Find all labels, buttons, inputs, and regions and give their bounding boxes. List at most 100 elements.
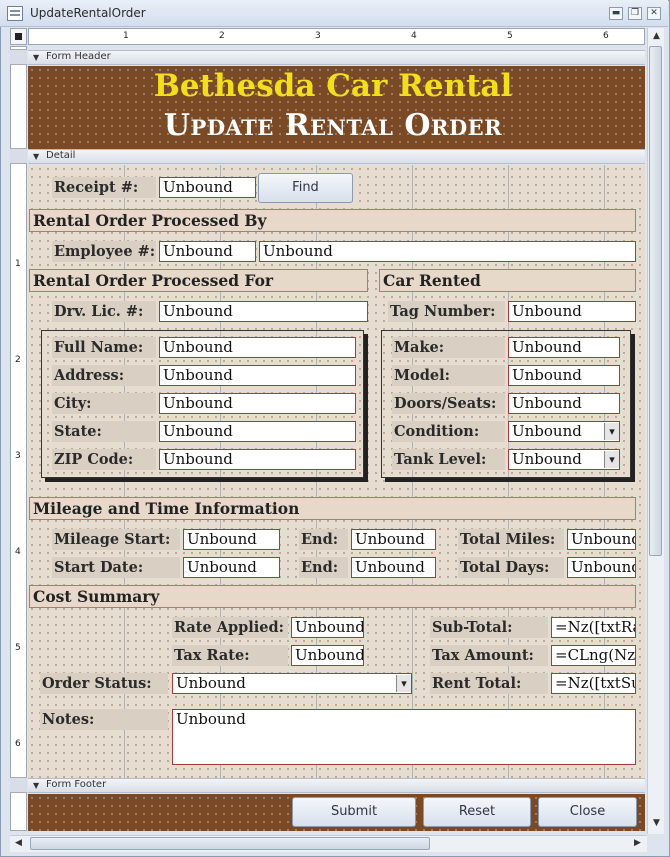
scroll-down-icon[interactable]: ▼ [649, 816, 664, 831]
company-title[interactable]: Bethesda Car Rental [28, 68, 638, 104]
tax-rate-label[interactable]: Tax Rate: [172, 645, 288, 666]
ruler-tick: 4 [15, 547, 21, 557]
ruler-tick: 1 [123, 31, 129, 41]
window-title: UpdateRentalOrder [30, 6, 146, 20]
tax-amount-field[interactable]: =CLng(Nz( [551, 645, 636, 666]
ruler-tick: 1 [15, 259, 21, 269]
tag-number-field[interactable]: Unbound [508, 301, 636, 322]
rent-total-label[interactable]: Rent Total: [430, 673, 548, 694]
state-field[interactable]: Unbound [159, 421, 356, 442]
section-arrow-icon: ▼ [33, 53, 40, 62]
full-name-field[interactable]: Unbound [159, 337, 356, 358]
section-arrow-icon: ▼ [33, 781, 40, 790]
mileage-heading[interactable]: Mileage and Time Information [29, 497, 636, 520]
tax-amount-label[interactable]: Tax Amount: [430, 645, 548, 666]
zip-code-label[interactable]: ZIP Code: [52, 449, 156, 470]
order-status-combo[interactable]: Unbound [172, 673, 412, 694]
close-button[interactable]: Close [538, 797, 637, 827]
processed-by-heading[interactable]: Rental Order Processed By [29, 209, 636, 232]
section-selector[interactable] [10, 49, 27, 65]
doors-seats-field[interactable]: Unbound [508, 393, 620, 414]
start-date-label[interactable]: Start Date: [52, 557, 180, 578]
model-label[interactable]: Model: [392, 365, 505, 386]
section-label: Detail [46, 150, 76, 161]
rate-applied-field[interactable]: Unbound [291, 617, 364, 638]
rent-total-field[interactable]: =Nz([txtSu [551, 673, 636, 694]
ruler-corner-select[interactable] [10, 28, 27, 45]
notes-label-text[interactable]: Notes: [40, 709, 168, 730]
restore-button[interactable]: ❐ [628, 7, 642, 20]
ruler-tick: 3 [315, 31, 321, 41]
form-title[interactable]: Update Rental Order [28, 108, 638, 143]
total-miles-label[interactable]: Total Miles: [458, 529, 564, 550]
mileage-end-label[interactable]: End: [299, 529, 348, 550]
find-button[interactable]: Find [258, 173, 353, 203]
total-days-field[interactable]: Unbound [567, 557, 636, 578]
scroll-up-icon[interactable]: ▲ [649, 29, 664, 44]
tax-rate-field[interactable]: Unbound [291, 645, 364, 666]
scroll-right-icon[interactable]: ▶ [630, 836, 645, 851]
total-days-label[interactable]: Total Days: [458, 557, 564, 578]
zip-code-field[interactable]: Unbound [159, 449, 356, 470]
end-date-label[interactable]: End: [299, 557, 348, 578]
tag-number-label[interactable]: Tag Number: [388, 301, 505, 322]
cost-summary-heading[interactable]: Cost Summary [29, 585, 636, 608]
horizontal-scroll-thumb[interactable] [30, 837, 430, 850]
section-label: Form Footer [46, 779, 107, 790]
end-date-field[interactable]: Unbound [351, 557, 436, 578]
employee-label[interactable]: Employee #: [52, 241, 156, 262]
full-name-label[interactable]: Full Name: [52, 337, 156, 358]
car-rented-heading[interactable]: Car Rented [379, 269, 636, 292]
doors-seats-label[interactable]: Doors/Seats: [392, 393, 505, 414]
form-header-bar[interactable]: ▼ Form Header [28, 50, 645, 65]
condition-combo[interactable]: Unbound [508, 421, 620, 442]
ruler-tick: 5 [507, 31, 513, 41]
form-icon [7, 6, 23, 21]
scroll-left-icon[interactable]: ◀ [11, 836, 26, 851]
mileage-start-field[interactable]: Unbound [183, 529, 280, 550]
minimize-button[interactable]: ▬ [609, 7, 623, 20]
drv-lic-label[interactable]: Drv. Lic. #: [52, 301, 156, 322]
ruler-tick: 4 [411, 31, 417, 41]
condition-label[interactable]: Condition: [392, 421, 505, 442]
receipt-label[interactable]: Receipt #: [52, 177, 156, 198]
subtotal-field[interactable]: =Nz([txtRa [551, 617, 636, 638]
make-field[interactable]: Unbound [508, 337, 620, 358]
city-label[interactable]: City: [52, 393, 156, 414]
submit-button[interactable]: Submit [292, 797, 416, 827]
make-label[interactable]: Make: [392, 337, 505, 358]
section-selector[interactable] [10, 148, 27, 164]
employee-name-field[interactable]: Unbound [259, 241, 636, 262]
form-footer-bar[interactable]: ▼ Form Footer [28, 778, 645, 793]
order-status-label[interactable]: Order Status: [40, 673, 168, 694]
detail-bar[interactable]: ▼ Detail [28, 149, 645, 164]
address-label[interactable]: Address: [52, 365, 156, 386]
close-window-button[interactable]: ✕ [647, 7, 661, 20]
ruler-tick: 6 [603, 31, 609, 41]
ruler-tick: 6 [15, 739, 21, 749]
state-label[interactable]: State: [52, 421, 156, 442]
address-field[interactable]: Unbound [159, 365, 356, 386]
processed-for-heading[interactable]: Rental Order Processed For [29, 269, 368, 292]
subtotal-label[interactable]: Sub-Total: [430, 617, 548, 638]
notes-field[interactable]: Unbound [172, 709, 636, 765]
horizontal-ruler: 1 2 3 4 5 6 [28, 28, 645, 45]
vertical-scroll-thumb[interactable] [649, 46, 662, 556]
ruler-tick: 5 [15, 643, 21, 653]
mileage-end-field[interactable]: Unbound [351, 529, 436, 550]
drv-lic-field[interactable]: Unbound [159, 301, 368, 322]
reset-button[interactable]: Reset [423, 797, 531, 827]
receipt-field[interactable]: Unbound [159, 177, 256, 198]
tank-level-combo[interactable]: Unbound [508, 449, 620, 470]
section-selector[interactable] [10, 777, 27, 793]
total-miles-field[interactable]: Unbound [567, 529, 636, 550]
city-field[interactable]: Unbound [159, 393, 356, 414]
ruler-tick: 3 [15, 451, 21, 461]
ruler-tick: 2 [15, 355, 21, 365]
model-field[interactable]: Unbound [508, 365, 620, 386]
employee-number-field[interactable]: Unbound [159, 241, 256, 262]
tank-level-label[interactable]: Tank Level: [392, 449, 505, 470]
mileage-start-label[interactable]: Mileage Start: [52, 529, 180, 550]
rate-applied-label[interactable]: Rate Applied: [172, 617, 288, 638]
start-date-field[interactable]: Unbound [183, 557, 280, 578]
